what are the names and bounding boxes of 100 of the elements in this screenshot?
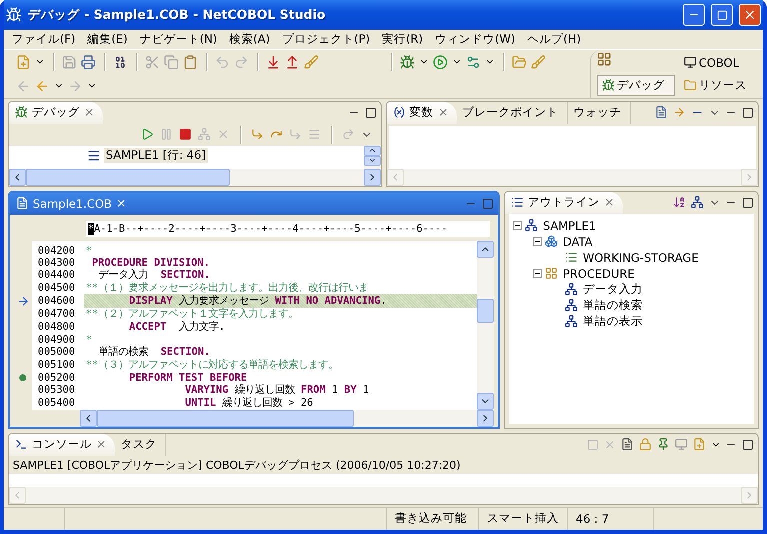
menu-item[interactable]: ナビゲート(N): [134, 30, 224, 49]
status-field: 46 : 7: [567, 508, 653, 530]
arrow-up-icon[interactable]: [285, 54, 300, 70]
expand-toggle[interactable]: [533, 269, 542, 278]
line-number: 004800: [37, 321, 76, 334]
expand-toggle[interactable]: [513, 221, 522, 230]
close-icon[interactable]: [438, 107, 448, 118]
code-line: PROCEDURE DIVISION.: [91, 256, 211, 269]
close-button[interactable]: [739, 4, 761, 26]
line-number: 004300: [37, 256, 76, 269]
code-line: データ入力 SECTION.: [97, 268, 212, 282]
close-icon[interactable]: [116, 198, 128, 210]
line-number: 004400: [37, 269, 76, 282]
tree-item[interactable]: 単語の検索: [581, 298, 646, 314]
stack-frame-icon: [87, 148, 101, 163]
line-number: 004700: [37, 308, 76, 320]
code-line: **（１）要求メッセージを出力します。出力後、改行は行いま: [85, 281, 370, 295]
window-title: デバッグ - Sample1.COB - NetCOBOL Studio: [28, 6, 327, 24]
line-number: 004200: [37, 244, 76, 257]
maximize-icon[interactable]: [742, 106, 754, 119]
line-number: 005300: [37, 384, 76, 396]
paste-icon[interactable]: [183, 54, 198, 70]
horizontal-scrollbar[interactable]: [80, 410, 494, 427]
tree-item[interactable]: データ入力: [581, 282, 646, 298]
maximize-button[interactable]: [711, 4, 733, 26]
code-line: *: [85, 244, 93, 257]
view-tab[interactable]: ブレークポイント: [456, 102, 568, 124]
print-icon[interactable]: [81, 54, 96, 70]
terminate-icon[interactable]: [178, 128, 192, 142]
scroll-thumb[interactable]: [26, 168, 230, 186]
perspective-button[interactable]: デバッグ: [597, 75, 675, 96]
close-icon[interactable]: [84, 107, 95, 118]
close-icon: [743, 8, 757, 22]
breakpoint-icon[interactable]: [19, 374, 27, 382]
sort-icon[interactable]: [673, 196, 686, 210]
bug-icon[interactable]: [400, 54, 415, 70]
file-icon: [16, 197, 29, 210]
scroll-thumb[interactable]: [97, 410, 354, 427]
display-icon[interactable]: [675, 438, 688, 452]
scroll-thumb[interactable]: [477, 299, 494, 324]
expand-toggle[interactable]: [533, 237, 542, 246]
resume-icon[interactable]: [140, 128, 154, 142]
status-field: スマート挿入: [478, 508, 567, 530]
variable-icon: [392, 106, 406, 120]
menu-item[interactable]: 編集(E): [82, 30, 134, 49]
tree-item[interactable]: SAMPLE1 [行: 46]: [104, 148, 208, 164]
view-tab[interactable]: デバッグ: [9, 102, 103, 124]
close-icon[interactable]: [96, 439, 107, 450]
hierarchy-icon[interactable]: [691, 196, 704, 210]
menu-item[interactable]: プロジェクト(P): [276, 30, 376, 49]
close-icon[interactable]: [604, 197, 616, 208]
tree-item[interactable]: SAMPLE1: [541, 218, 598, 233]
line-number: 005400: [37, 397, 76, 410]
view-tab[interactable]: アウトライン: [505, 192, 624, 214]
menu-item[interactable]: 検索(A): [223, 30, 276, 49]
line-number: 004900: [37, 334, 76, 346]
arrow-down-icon[interactable]: [266, 54, 281, 70]
menu-item[interactable]: ウィンドウ(W): [429, 30, 522, 49]
app-icon: [6, 7, 22, 23]
vertical-scrollbar[interactable]: [477, 240, 494, 410]
folder-icon: [684, 79, 697, 92]
tree-item[interactable]: WORKING-STORAGE: [581, 250, 701, 265]
console-icon: [15, 438, 28, 452]
line-number: 004600: [37, 295, 76, 308]
code-line: **（３）アルファベットに対応する単語を検索します。: [85, 358, 340, 372]
process-label: SAMPLE1 [COBOLアプリケーション] COBOLデバッグプロセス (2006/10/05 10:27:20): [12, 458, 462, 474]
tree-item[interactable]: 単語の表示: [581, 314, 646, 330]
maximize-icon[interactable]: [742, 196, 754, 209]
code-line: PERFORM TEST BEFORE: [128, 372, 248, 384]
view-tab[interactable]: ウォッチ: [568, 102, 630, 124]
vertical-scrollbar[interactable]: [364, 146, 380, 169]
data-icon: [545, 235, 558, 248]
code-line: VARYING 繰り返し回数 FROM 1 BY 1: [184, 383, 370, 397]
horizontal-scrollbar[interactable]: [9, 168, 380, 186]
view-tab[interactable]: タスク: [115, 434, 166, 456]
code-line: ACCEPT 入力文字.: [128, 320, 226, 334]
menu-item[interactable]: ヘルプ(H): [522, 30, 588, 49]
tree-item[interactable]: PROCEDURE: [561, 266, 637, 281]
binary-icon[interactable]: [113, 54, 128, 70]
tree-item[interactable]: DATA: [561, 234, 595, 249]
code-line: *: [85, 334, 94, 346]
menu-item[interactable]: 実行(R): [376, 30, 430, 49]
line-number: 005000: [37, 346, 76, 358]
view-tab[interactable]: 変数: [386, 102, 456, 124]
pin-icon[interactable]: [657, 438, 670, 452]
maximize-icon: [716, 10, 728, 20]
horizontal-scrollbar[interactable]: [9, 486, 758, 504]
bug-icon: [15, 106, 28, 120]
menu-item[interactable]: ファイル(F): [6, 30, 82, 49]
step-into-icon[interactable]: [250, 128, 264, 142]
view-tab[interactable]: コンソール: [9, 434, 115, 456]
maximize-icon[interactable]: [364, 106, 376, 119]
horizontal-scrollbar[interactable]: [386, 168, 758, 186]
run-configuration-icon[interactable]: [466, 54, 481, 70]
ruler-cursor: *: [88, 222, 94, 235]
code-line: 単語の検索 SECTION.: [97, 345, 212, 359]
maximize-icon[interactable]: [742, 438, 754, 451]
perspective-button[interactable]: リソース: [679, 75, 757, 96]
minimize-button[interactable]: [683, 4, 705, 26]
perspective-button[interactable]: COBOL: [679, 52, 757, 74]
